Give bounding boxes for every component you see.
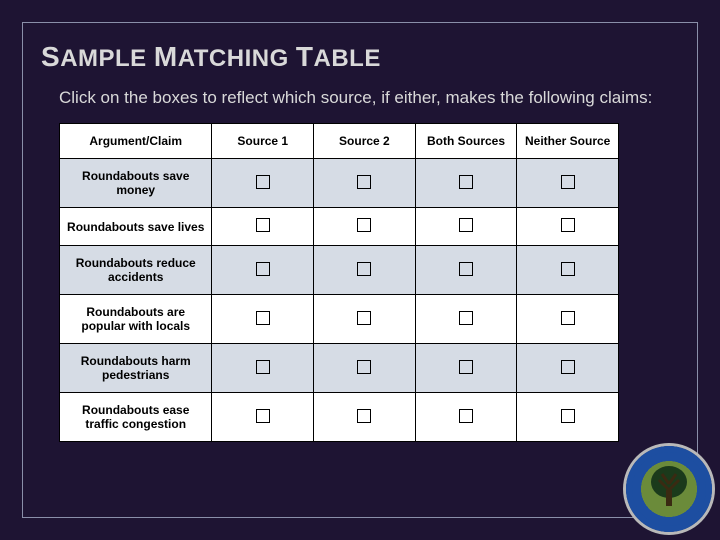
col-header: Neither Source xyxy=(517,124,619,159)
col-header: Argument/Claim xyxy=(60,124,212,159)
checkbox-icon[interactable] xyxy=(256,360,270,374)
checkbox-icon[interactable] xyxy=(256,311,270,325)
checkbox-icon[interactable] xyxy=(561,360,575,374)
checkbox-icon[interactable] xyxy=(561,175,575,189)
checkbox-cell[interactable] xyxy=(212,393,314,442)
checkbox-cell[interactable] xyxy=(314,393,416,442)
checkbox-icon[interactable] xyxy=(357,262,371,276)
checkbox-cell[interactable] xyxy=(415,246,517,295)
table-row: Roundabouts save lives xyxy=(60,208,619,246)
checkbox-icon[interactable] xyxy=(561,311,575,325)
checkbox-cell[interactable] xyxy=(212,344,314,393)
checkbox-icon[interactable] xyxy=(256,409,270,423)
checkbox-icon[interactable] xyxy=(357,360,371,374)
checkbox-icon[interactable] xyxy=(357,175,371,189)
checkbox-cell[interactable] xyxy=(314,295,416,344)
table-row: Roundabouts are popular with locals xyxy=(60,295,619,344)
checkbox-icon[interactable] xyxy=(459,360,473,374)
col-header: Source 2 xyxy=(314,124,416,159)
checkbox-icon[interactable] xyxy=(561,262,575,276)
checkbox-cell[interactable] xyxy=(517,295,619,344)
tree-seal-icon xyxy=(626,446,712,532)
table-row: Roundabouts ease traffic congestion xyxy=(60,393,619,442)
checkbox-icon[interactable] xyxy=(256,218,270,232)
table-header-row: Argument/Claim Source 1 Source 2 Both So… xyxy=(60,124,619,159)
checkbox-cell[interactable] xyxy=(415,344,517,393)
checkbox-cell[interactable] xyxy=(314,208,416,246)
checkbox-icon[interactable] xyxy=(459,409,473,423)
checkbox-cell[interactable] xyxy=(517,246,619,295)
row-label: Roundabouts are popular with locals xyxy=(60,295,212,344)
table-row: Roundabouts reduce accidents xyxy=(60,246,619,295)
checkbox-cell[interactable] xyxy=(314,159,416,208)
checkbox-icon[interactable] xyxy=(459,175,473,189)
col-header: Both Sources xyxy=(415,124,517,159)
checkbox-cell[interactable] xyxy=(415,295,517,344)
checkbox-cell[interactable] xyxy=(212,246,314,295)
checkbox-cell[interactable] xyxy=(517,393,619,442)
checkbox-icon[interactable] xyxy=(357,311,371,325)
checkbox-cell[interactable] xyxy=(212,208,314,246)
checkbox-icon[interactable] xyxy=(459,262,473,276)
checkbox-cell[interactable] xyxy=(212,159,314,208)
table-row: Roundabouts harm pedestrians xyxy=(60,344,619,393)
checkbox-cell[interactable] xyxy=(415,393,517,442)
table-row: Roundabouts save money xyxy=(60,159,619,208)
instructions-text: Click on the boxes to reflect which sour… xyxy=(59,87,659,109)
checkbox-cell[interactable] xyxy=(415,159,517,208)
row-label: Roundabouts ease traffic congestion xyxy=(60,393,212,442)
checkbox-icon[interactable] xyxy=(561,409,575,423)
checkbox-icon[interactable] xyxy=(256,262,270,276)
checkbox-icon[interactable] xyxy=(459,218,473,232)
row-label: Roundabouts save money xyxy=(60,159,212,208)
row-label: Roundabouts reduce accidents xyxy=(60,246,212,295)
checkbox-icon[interactable] xyxy=(357,218,371,232)
checkbox-cell[interactable] xyxy=(212,295,314,344)
col-header: Source 1 xyxy=(212,124,314,159)
checkbox-cell[interactable] xyxy=(517,159,619,208)
checkbox-cell[interactable] xyxy=(517,344,619,393)
slide-title: SAMPLE MATCHING TABLE xyxy=(41,41,679,73)
matching-table: Argument/Claim Source 1 Source 2 Both So… xyxy=(59,123,619,442)
checkbox-icon[interactable] xyxy=(357,409,371,423)
checkbox-cell[interactable] xyxy=(415,208,517,246)
row-label: Roundabouts harm pedestrians xyxy=(60,344,212,393)
checkbox-cell[interactable] xyxy=(314,246,416,295)
checkbox-cell[interactable] xyxy=(517,208,619,246)
checkbox-cell[interactable] xyxy=(314,344,416,393)
checkbox-icon[interactable] xyxy=(459,311,473,325)
row-label: Roundabouts save lives xyxy=(60,208,212,246)
checkbox-icon[interactable] xyxy=(561,218,575,232)
checkbox-icon[interactable] xyxy=(256,175,270,189)
